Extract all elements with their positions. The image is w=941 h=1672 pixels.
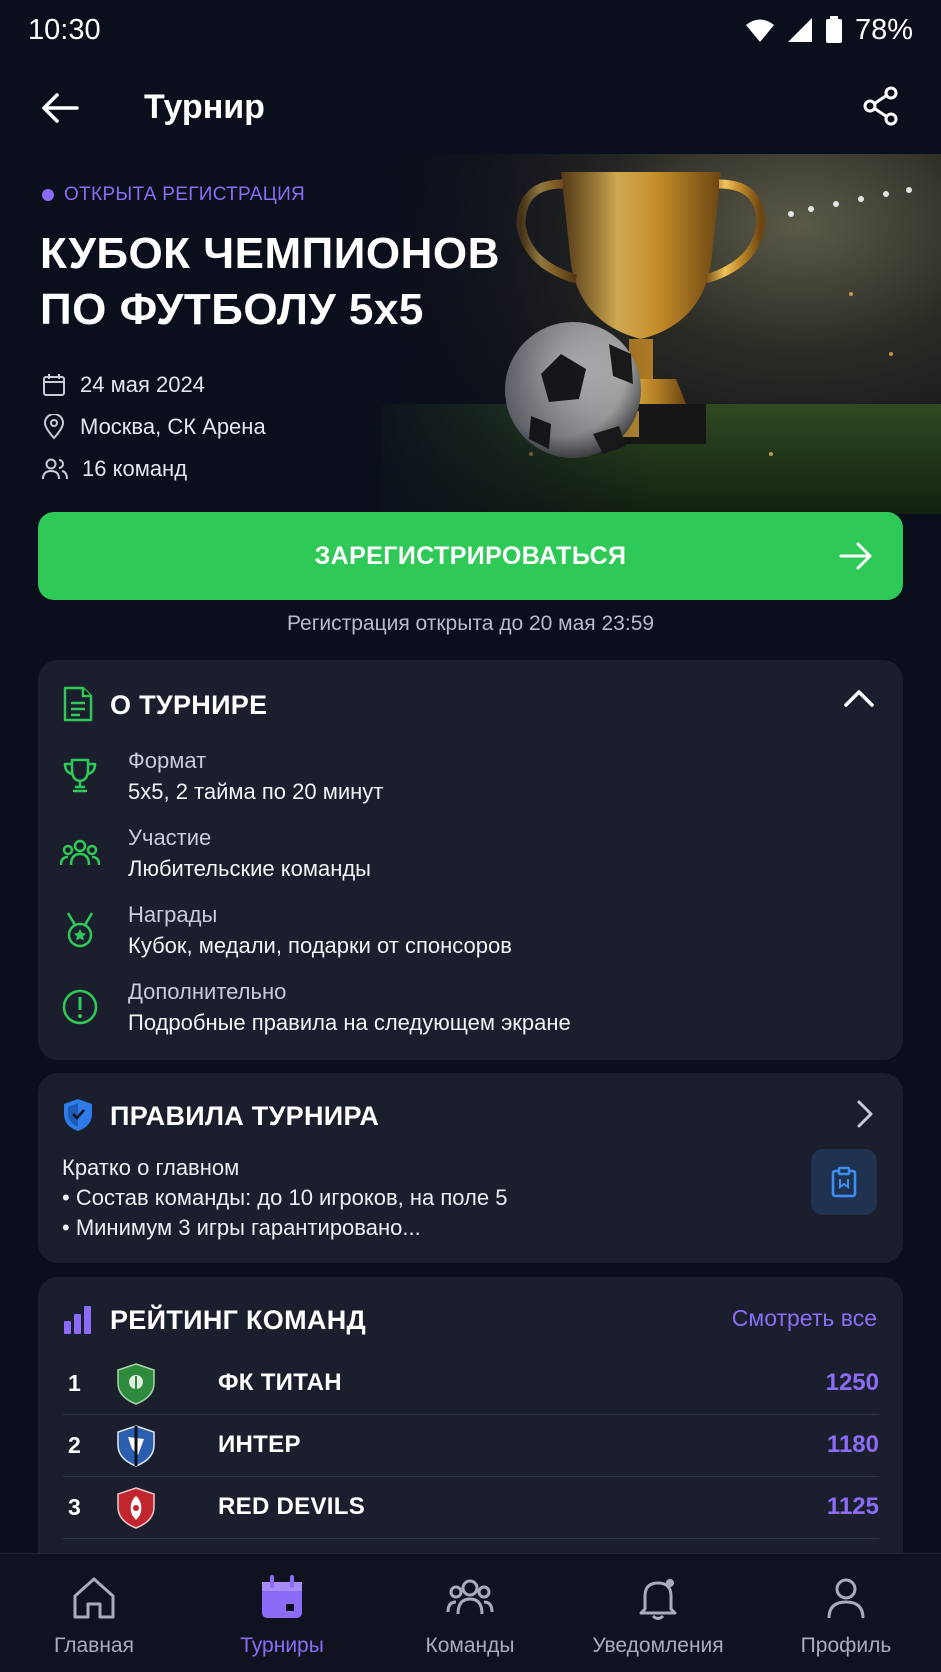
team-name: RED DEVILS <box>218 1493 366 1520</box>
see-all-link[interactable]: Смотреть все <box>732 1305 877 1332</box>
rating-title: РЕЙТИНГ КОМАНД <box>110 1305 367 1335</box>
about-label: Дополнительно <box>128 979 287 1004</box>
about-item-awards: Награды Кубок, медали, подарки от спонсо… <box>38 902 903 972</box>
team-logo-icon <box>117 1363 155 1405</box>
status-bar: 10:30 78% <box>0 0 941 60</box>
status-icons: 78% <box>745 14 913 47</box>
tournament-title-line-1: КУБОК ЧЕМПИОНОВ <box>40 229 500 278</box>
date-text: 24 мая 2024 <box>80 372 205 397</box>
shield-icon <box>64 1099 92 1131</box>
location-pin-icon <box>43 414 65 440</box>
nav-label: Профиль <box>800 1634 892 1657</box>
nav-item-home[interactable]: Главная <box>0 1554 188 1672</box>
trophy-icon <box>63 758 97 793</box>
location-text: Москва, СК Арена <box>80 414 266 439</box>
tournament-date: 24 мая 2024 <box>42 372 205 398</box>
status-dot <box>42 189 54 201</box>
home-icon <box>73 1577 115 1619</box>
tournament-location: Москва, СК Арена <box>42 414 266 440</box>
team-logo-icon <box>117 1425 155 1467</box>
back-button[interactable] <box>38 86 82 130</box>
rules-title: ПРАВИЛА ТУРНИРА <box>110 1101 380 1131</box>
rules-document-button[interactable] <box>811 1149 877 1215</box>
about-tournament-card: О ТУРНИРЕ Формат 5x5, 2 тайма по 20 мину… <box>38 660 903 1060</box>
tournament-title-line-2: ПО ФУТБОЛУ 5x5 <box>40 285 424 334</box>
rating-row[interactable]: 2 ИНТЕР 1180 <box>62 1415 879 1477</box>
rating-row[interactable]: 3 RED DEVILS 1125 <box>62 1477 879 1539</box>
teams-text: 16 команд <box>82 456 188 481</box>
nav-item-notifications[interactable]: Уведомления <box>564 1554 752 1672</box>
page-title: Турнир <box>144 88 265 126</box>
arrow-right-icon <box>839 542 872 570</box>
bar-chart-icon <box>64 1306 91 1334</box>
about-value: Подробные правила на следующем экране <box>128 1010 571 1035</box>
share-icon <box>863 86 898 126</box>
rules-summary-heading: Кратко о главном <box>62 1155 240 1180</box>
rating-row[interactable]: 1 ФК ТИТАН 1250 <box>62 1353 879 1415</box>
battery-icon <box>825 16 842 43</box>
register-button[interactable]: ЗАРЕГИСТРИРОВАТЬСЯ <box>38 512 903 600</box>
team-name: ИНТЕР <box>218 1431 301 1458</box>
team-logo-icon <box>117 1487 155 1529</box>
team-points: 1180 <box>826 1431 879 1458</box>
about-label: Формат <box>128 748 207 773</box>
nav-label: Турниры <box>240 1634 324 1657</box>
users-icon <box>42 458 68 480</box>
teams-icon <box>446 1579 494 1615</box>
about-item-additional: Дополнительно Подробные правила на следу… <box>38 979 903 1049</box>
nav-label: Главная <box>54 1634 134 1657</box>
bell-icon <box>639 1579 677 1620</box>
share-button[interactable] <box>859 84 903 128</box>
about-value: Кубок, медали, подарки от спонсоров <box>128 933 512 958</box>
about-label: Награды <box>128 902 218 927</box>
signal-icon <box>787 18 812 42</box>
bottom-navigation: Главная Турниры Команды Уведомления Проф… <box>0 1553 941 1672</box>
rank-number: 2 <box>68 1432 81 1458</box>
team-points: 1125 <box>826 1493 879 1520</box>
rules-summary: Кратко о главном • Состав команды: до 10… <box>62 1153 507 1243</box>
chevron-up-icon <box>844 690 874 707</box>
about-value: Любительские команды <box>128 856 371 881</box>
document-icon <box>63 686 93 722</box>
rules-summary-line: • Состав команды: до 10 игроков, на поле… <box>62 1185 508 1210</box>
tournament-team-count: 16 команд <box>42 456 187 482</box>
registration-status-label: ОТКРЫТА РЕГИСТРАЦИЯ <box>64 184 306 205</box>
arrow-left-icon <box>42 93 79 123</box>
app-header: Турнир <box>0 70 941 146</box>
group-icon <box>60 839 100 866</box>
collapse-button[interactable] <box>843 688 877 718</box>
calendar-icon <box>43 374 65 396</box>
registration-deadline: Регистрация открыта до 20 мая 23:59 <box>286 612 655 635</box>
about-label: Участие <box>128 825 212 850</box>
rank-number: 1 <box>68 1370 81 1396</box>
tournament-title: КУБОК ЧЕМПИОНОВ ПО ФУТБОЛУ 5x5 <box>40 226 520 338</box>
status-time: 10:30 <box>28 13 101 46</box>
calendar-icon <box>262 1575 302 1618</box>
rules-summary-line: • Минимум 3 игры гарантировано... <box>62 1215 421 1240</box>
nav-label: Уведомления <box>592 1634 724 1657</box>
medal-icon <box>66 912 94 948</box>
nav-label: Команды <box>425 1634 515 1657</box>
rank-number: 3 <box>68 1494 81 1520</box>
about-item-participation: Участие Любительские команды <box>38 825 903 895</box>
registration-status: ОТКРЫТА РЕГИСТРАЦИЯ <box>42 184 305 206</box>
clipboard-icon <box>831 1166 857 1198</box>
team-points: 1250 <box>825 1369 879 1396</box>
about-item-format: Формат 5x5, 2 тайма по 20 минут <box>38 748 903 818</box>
about-title: О ТУРНИРЕ <box>110 690 268 720</box>
register-button-label: ЗАРЕГИСТРИРОВАТЬСЯ <box>314 541 627 570</box>
team-rating-card: РЕЙТИНГ КОМАНД Смотреть все 1 ФК ТИТАН 1… <box>38 1277 903 1577</box>
battery-percent: 78% <box>854 13 913 46</box>
nav-item-tournaments[interactable]: Турниры <box>188 1554 376 1672</box>
nav-item-teams[interactable]: Команды <box>376 1554 564 1672</box>
nav-item-profile[interactable]: Профиль <box>752 1554 940 1672</box>
team-name: ФК ТИТАН <box>218 1369 342 1396</box>
info-icon <box>62 989 98 1025</box>
rules-card[interactable]: ПРАВИЛА ТУРНИРА Кратко о главном • Соста… <box>38 1073 903 1263</box>
chevron-right-icon <box>857 1100 873 1128</box>
profile-icon <box>827 1578 865 1619</box>
wifi-icon <box>745 19 774 42</box>
about-value: 5x5, 2 тайма по 20 минут <box>128 779 384 804</box>
tournament-hero: ОТКРЫТА РЕГИСТРАЦИЯ КУБОК ЧЕМПИОНОВ ПО Ф… <box>0 154 941 514</box>
